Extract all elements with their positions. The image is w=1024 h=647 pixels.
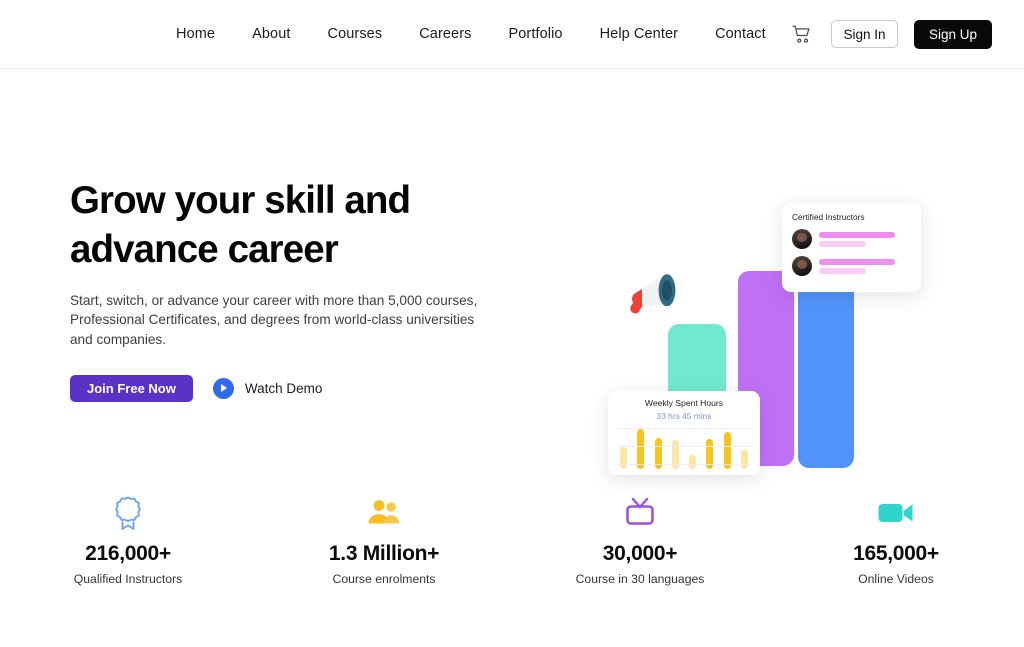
certified-instructors-card: Certified Instructors bbox=[782, 203, 921, 292]
header-actions: Sign In Sign Up bbox=[789, 19, 992, 49]
nav-link-about[interactable]: About bbox=[252, 26, 290, 42]
stat-value: 216,000+ bbox=[85, 542, 171, 565]
weekly-bar bbox=[620, 447, 627, 469]
hero-copy: Grow your skill and advance career Start… bbox=[70, 177, 500, 402]
nav-link-portfolio[interactable]: Portfolio bbox=[508, 26, 562, 42]
play-icon bbox=[212, 377, 234, 399]
stat-icon-wrapper bbox=[111, 495, 145, 531]
hero-section: Grow your skill and advance career Start… bbox=[0, 69, 1024, 479]
hero-cta-group: Join Free Now Watch Demo bbox=[70, 374, 500, 402]
weekly-bar bbox=[689, 455, 697, 469]
nav-link-careers[interactable]: Careers bbox=[419, 26, 471, 42]
weekly-spent-hours-chart bbox=[617, 427, 751, 469]
main-navigation: Home About Courses Careers Portfolio Hel… bbox=[176, 26, 766, 42]
stat-value: 165,000+ bbox=[853, 542, 939, 565]
stat-label: Qualified Instructors bbox=[73, 572, 183, 586]
sign-in-button[interactable]: Sign In bbox=[831, 20, 898, 48]
weekly-bar bbox=[740, 450, 748, 469]
sign-up-button[interactable]: Sign Up bbox=[914, 19, 992, 49]
instructor-placeholder-lines bbox=[819, 258, 895, 274]
watch-demo-label: Watch Demo bbox=[244, 380, 323, 396]
shopping-cart-icon bbox=[792, 25, 810, 43]
placeholder-line bbox=[819, 240, 866, 247]
stat-online-videos: 165,000+ Online Videos bbox=[768, 495, 1024, 586]
gridline bbox=[617, 428, 751, 429]
join-free-now-button[interactable]: Join Free Now bbox=[70, 374, 193, 402]
television-icon bbox=[626, 497, 654, 525]
megaphone-icon bbox=[630, 274, 676, 314]
weekly-spent-hours-value: 33 hrs 45 mins bbox=[656, 411, 712, 421]
stat-qualified-instructors: 216,000+ Qualified Instructors bbox=[0, 495, 256, 586]
stat-value: 30,000+ bbox=[602, 542, 678, 565]
placeholder-line bbox=[819, 231, 895, 238]
stat-icon-wrapper bbox=[366, 495, 402, 531]
stat-label: Course in 30 languages bbox=[575, 572, 705, 586]
award-badge-icon bbox=[115, 496, 141, 530]
stat-label: Online Videos bbox=[858, 572, 934, 586]
stat-course-languages: 30,000+ Course in 30 languages bbox=[512, 495, 768, 586]
instructor-row bbox=[792, 256, 911, 276]
cart-button[interactable] bbox=[789, 21, 815, 47]
placeholder-line bbox=[819, 267, 866, 274]
video-camera-icon bbox=[878, 504, 913, 522]
hero-subtitle: Start, switch, or advance your career wi… bbox=[70, 293, 478, 347]
gridline bbox=[617, 446, 751, 447]
nav-link-help-center[interactable]: Help Center bbox=[600, 26, 678, 42]
stat-course-enrolments: 1.3 Million+ Course enrolments bbox=[256, 495, 512, 586]
stat-icon-wrapper bbox=[622, 495, 658, 531]
people-icon bbox=[368, 500, 399, 524]
watch-demo-button[interactable]: Watch Demo bbox=[212, 377, 323, 399]
nav-link-contact[interactable]: Contact bbox=[715, 26, 766, 42]
placeholder-line bbox=[819, 258, 895, 265]
hero-illustration: Certified Instructors Weekly Spent Hours bbox=[600, 179, 960, 489]
stat-icon-wrapper bbox=[877, 495, 915, 531]
weekly-bar bbox=[637, 429, 645, 469]
weekly-spent-hours-title: Weekly Spent Hours bbox=[644, 398, 724, 408]
stats-section: 216,000+ Qualified Instructors 1.3 Milli… bbox=[0, 495, 1024, 586]
avatar bbox=[792, 229, 812, 249]
nav-link-home[interactable]: Home bbox=[176, 26, 215, 42]
certified-instructors-title: Certified Instructors bbox=[792, 212, 865, 222]
stat-value: 1.3 Million+ bbox=[328, 542, 440, 565]
hero-title: Grow your skill and advance career bbox=[70, 179, 411, 271]
avatar bbox=[792, 256, 812, 276]
gridline bbox=[617, 464, 751, 465]
instructor-placeholder-lines bbox=[819, 231, 895, 247]
stat-label: Course enrolments bbox=[332, 572, 436, 586]
weekly-spent-hours-card: Weekly Spent Hours 33 hrs 45 mins bbox=[608, 391, 760, 475]
nav-link-courses[interactable]: Courses bbox=[328, 26, 383, 42]
instructor-row bbox=[792, 229, 911, 249]
site-header: Home About Courses Careers Portfolio Hel… bbox=[0, 0, 1024, 69]
